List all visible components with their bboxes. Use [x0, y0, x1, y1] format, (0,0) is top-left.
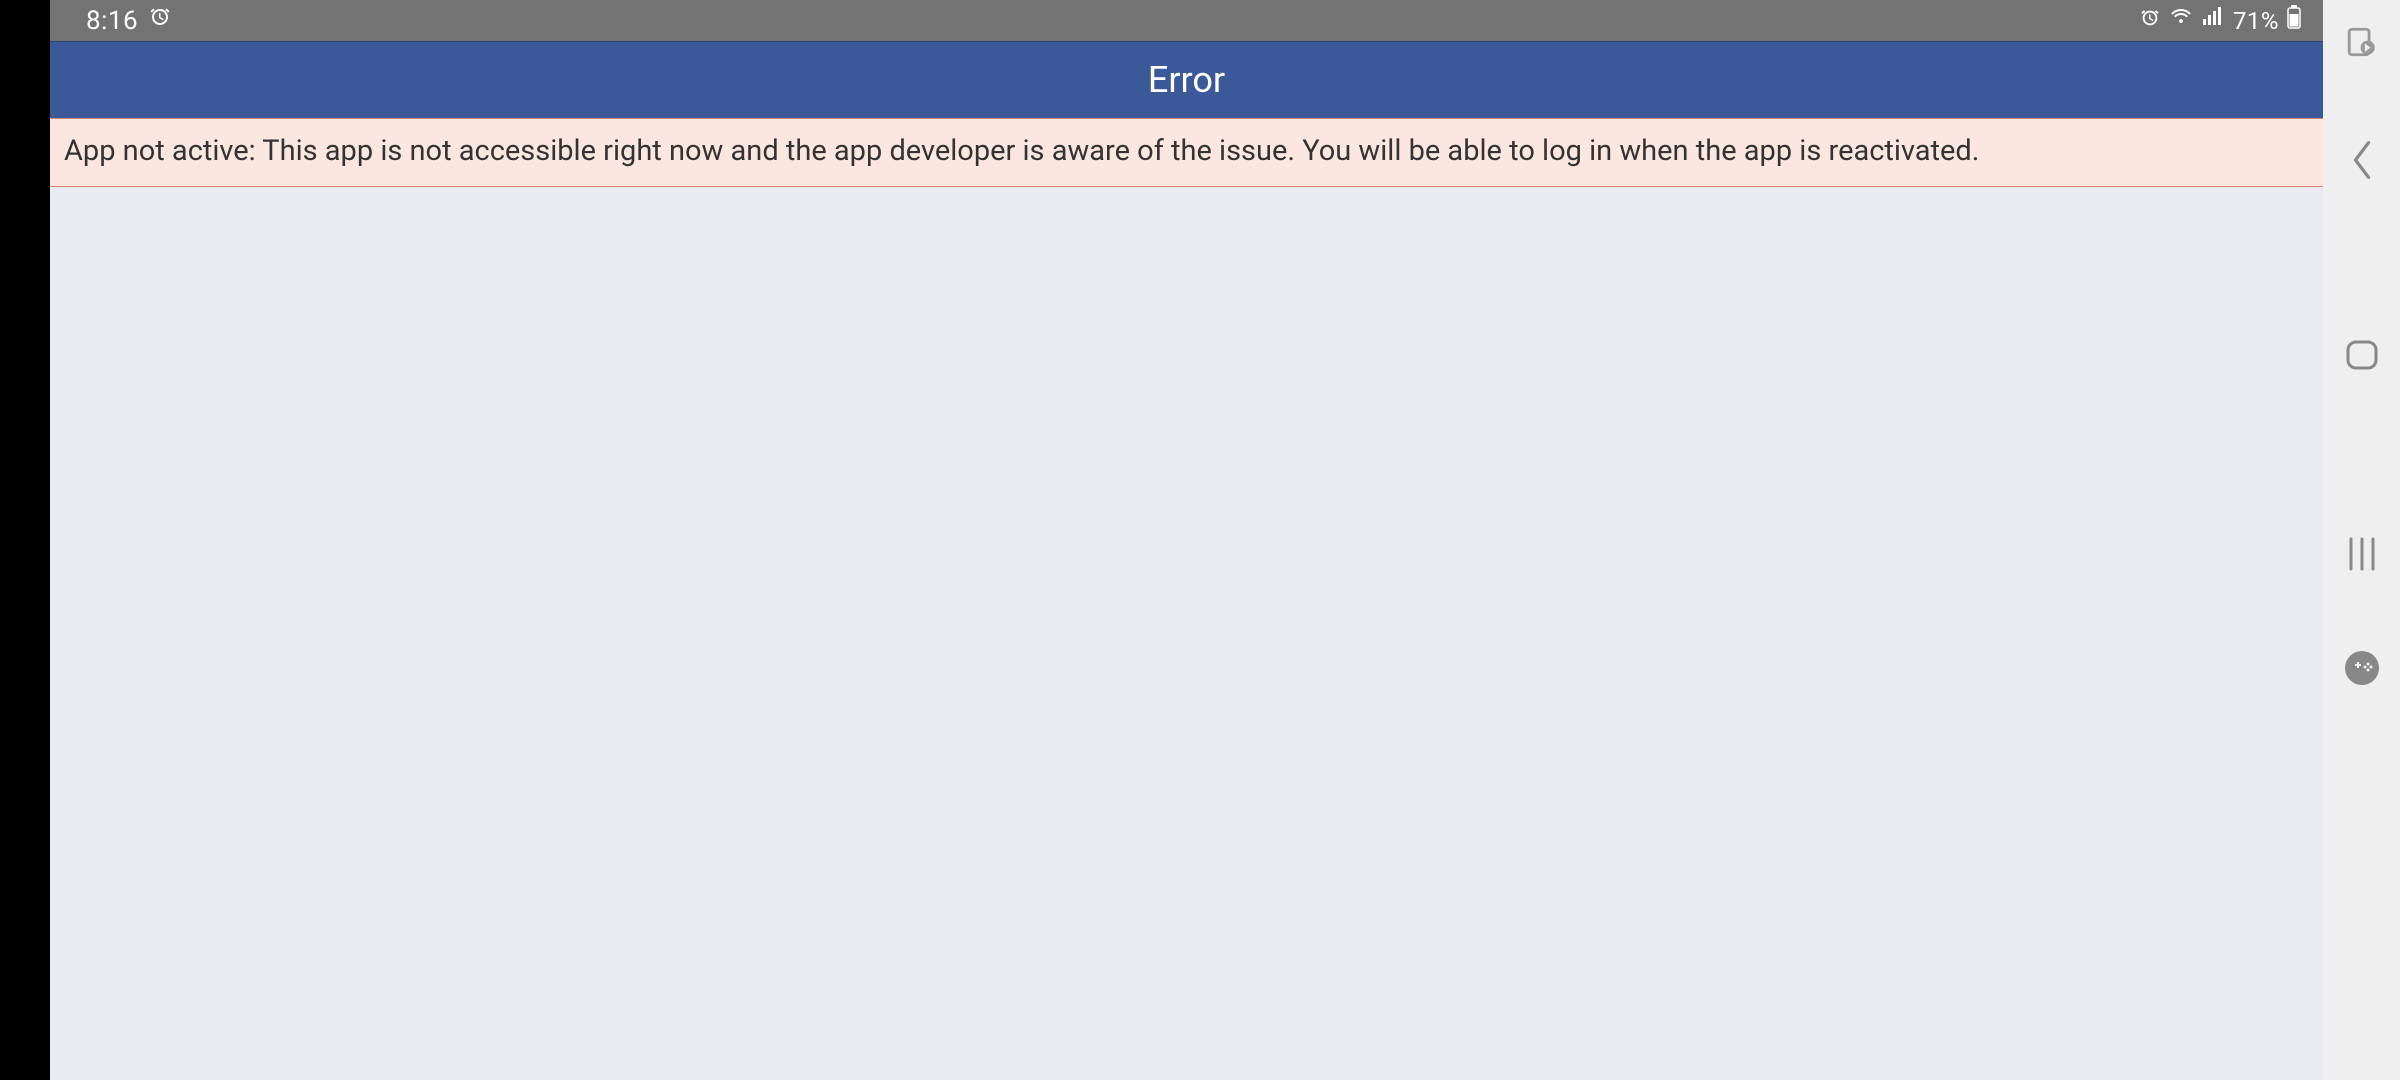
app-header: Error — [50, 41, 2323, 118]
status-bar-right: 71% — [2139, 5, 2301, 36]
content-area — [50, 187, 2323, 1080]
touch-input-icon[interactable] — [2344, 24, 2380, 60]
home-button[interactable] — [2345, 340, 2379, 370]
navigation-bar — [2323, 0, 2400, 1080]
battery-percent: 71% — [2233, 7, 2279, 35]
screen-notch-area — [0, 0, 50, 1080]
app-content: 8:16 — [50, 0, 2323, 1080]
alarm-icon — [148, 5, 172, 36]
error-banner: App not active: This app is not accessib… — [50, 118, 2323, 187]
game-launcher-button[interactable] — [2344, 650, 2380, 686]
recents-button[interactable] — [2344, 536, 2380, 572]
status-time: 8:16 — [86, 6, 138, 36]
alarm-icon — [2139, 6, 2161, 36]
status-bar: 8:16 — [50, 0, 2323, 41]
status-bar-left: 8:16 — [86, 5, 172, 36]
battery-icon — [2287, 5, 2301, 36]
wifi-icon — [2169, 5, 2193, 36]
page-title: Error — [1148, 59, 1225, 101]
back-button[interactable] — [2342, 140, 2382, 180]
signal-icon — [2201, 5, 2225, 36]
error-message: App not active: This app is not accessib… — [64, 131, 2309, 172]
